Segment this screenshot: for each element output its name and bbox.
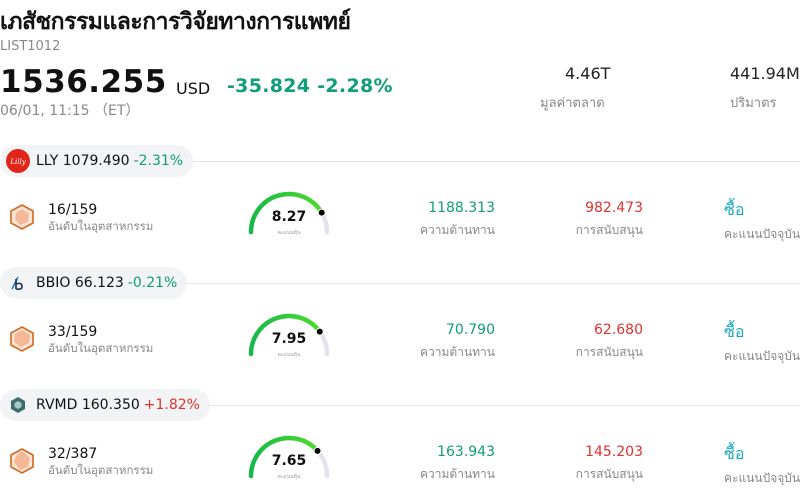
stock-price: 66.123: [74, 275, 124, 291]
index-change: -35.824 -2.28%: [227, 75, 393, 97]
resistance-value: 163.943: [437, 444, 495, 460]
lilly-logo-icon: Lilly: [6, 149, 30, 173]
stock-symbol: RVMD: [36, 397, 78, 413]
support-value: 982.473: [585, 200, 643, 216]
buy-rating[interactable]: ซื้อ: [724, 442, 744, 467]
timestamp: 06/01, 11:15 （ET）: [0, 103, 140, 119]
resistance-value: 70.790: [446, 322, 495, 338]
industry-rank-label: อันดับในอุตสาหกรรม: [48, 463, 154, 477]
industry-rank-label: อันดับในอุตสาหกรรม: [48, 341, 154, 355]
stock-chip[interactable]: BBIO 66.123 -0.21%: [0, 267, 188, 299]
currency-label: USD: [176, 79, 211, 98]
revolution-medicines-logo-icon: [6, 393, 30, 417]
volume-value: 441.94M: [730, 64, 800, 83]
index-price: 1536.255: [0, 64, 167, 100]
stock-score-label: คะแนนหุ้น: [277, 474, 301, 480]
support-label: การสนับสนุน: [575, 223, 643, 237]
resistance-label: ความต้านทาน: [420, 345, 495, 359]
current-score-label: คะแนนปัจจุบัน: [724, 227, 800, 241]
support-label: การสนับสนุน: [575, 467, 643, 481]
resistance-label: ความต้านทาน: [420, 223, 495, 237]
svg-text:Lilly: Lilly: [9, 158, 26, 166]
stock-chip[interactable]: Lilly LLY 1079.490 -2.31%: [0, 145, 194, 177]
industry-rank: 32/387: [48, 446, 98, 462]
divider: [208, 405, 800, 406]
current-score-label: คะแนนปัจจุบัน: [724, 349, 800, 363]
divider: [186, 283, 800, 284]
list-code: LIST1012: [0, 39, 61, 54]
stock-score: 7.95: [271, 331, 307, 347]
resistance-value: 1188.313: [428, 200, 495, 216]
industry-rank: 33/159: [48, 324, 98, 340]
market-cap-label: มูลค่าตลาด: [540, 96, 605, 111]
industry-rank: 16/159: [48, 202, 98, 218]
bridgebio-logo-icon: [6, 271, 30, 295]
buy-rating[interactable]: ซื้อ: [724, 320, 744, 345]
stock-score: 8.27: [271, 209, 307, 225]
stock-change: +1.82%: [143, 397, 200, 413]
stock-price: 160.350: [81, 397, 140, 413]
page-title: เภสัชกรรมและการวิจัยทางการแพทย์: [0, 9, 351, 35]
rank-hexagon-icon: [10, 204, 34, 230]
stock-change: -0.21%: [127, 275, 178, 291]
stock-score-label: คะแนนหุ้น: [277, 230, 301, 236]
support-label: การสนับสนุน: [575, 345, 643, 359]
market-cap-value: 4.46T: [565, 64, 611, 83]
stock-symbol: BBIO: [36, 275, 71, 291]
support-value: 62.680: [594, 322, 643, 338]
support-value: 145.203: [585, 444, 643, 460]
buy-rating[interactable]: ซื้อ: [724, 198, 744, 223]
volume-label: ปริมาตร: [730, 96, 777, 111]
current-score-label: คะแนนปัจจุบัน: [724, 471, 800, 485]
stock-price: 1079.490: [62, 153, 130, 169]
stock-score-label: คะแนนหุ้น: [277, 352, 301, 358]
stock-score: 7.65: [271, 453, 307, 469]
rank-hexagon-icon: [10, 448, 34, 474]
rank-hexagon-icon: [10, 326, 34, 352]
stock-change: -2.31%: [133, 153, 184, 169]
divider: [192, 161, 800, 162]
stock-symbol: LLY: [36, 153, 59, 169]
stock-chip[interactable]: RVMD 160.350 +1.82%: [0, 389, 210, 421]
industry-rank-label: อันดับในอุตสาหกรรม: [48, 219, 154, 233]
resistance-label: ความต้านทาน: [420, 467, 495, 481]
